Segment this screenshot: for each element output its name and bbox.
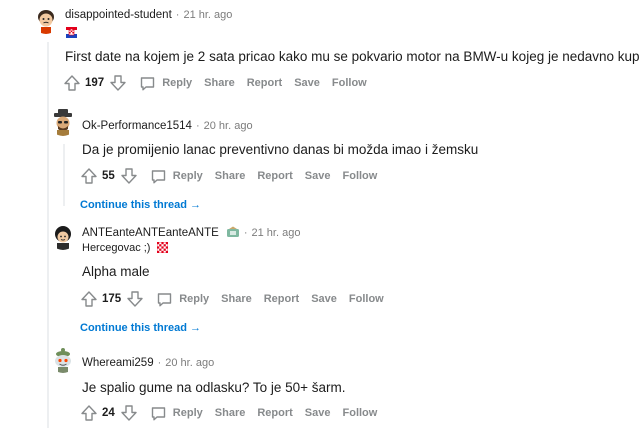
username-link[interactable]: ANTEanteANTEanteANTE (82, 227, 219, 239)
reply-button[interactable]: Reply (139, 75, 192, 92)
username-link[interactable]: disappointed-student (65, 9, 172, 21)
downvote-arrow-icon[interactable] (120, 404, 138, 422)
comment-actions: 24 Reply Share Report Save Follow (80, 403, 377, 423)
separator-dot: · (157, 357, 162, 369)
downvote-arrow-icon[interactable] (120, 167, 138, 185)
save-button[interactable]: Save (311, 293, 337, 305)
upvote-arrow-icon[interactable] (80, 404, 98, 422)
reply-button[interactable]: Reply (150, 168, 203, 185)
speech-bubble-icon (156, 291, 173, 308)
reply-button[interactable]: Reply (150, 405, 203, 422)
vote-controls: 24 (80, 404, 138, 422)
continue-thread-link[interactable]: Continue this thread → (80, 322, 201, 334)
share-button[interactable]: Share (204, 77, 235, 89)
share-button[interactable]: Share (215, 407, 246, 419)
user-flair: Hercegovac ;) (82, 241, 168, 256)
avatar[interactable] (49, 222, 77, 250)
comment-thread: disappointed-student · 21 hr. ago First da… (0, 0, 640, 428)
vote-score: 197 (85, 77, 105, 89)
save-button[interactable]: Save (305, 170, 331, 182)
report-button[interactable]: Report (257, 170, 292, 182)
continue-thread-link[interactable]: Continue this thread → (80, 199, 201, 211)
report-button[interactable]: Report (257, 407, 292, 419)
report-button[interactable]: Report (247, 77, 282, 89)
vote-score: 24 (102, 407, 115, 419)
follow-button[interactable]: Follow (343, 170, 378, 182)
reply-label: Reply (179, 293, 210, 305)
save-button[interactable]: Save (305, 407, 331, 419)
username-link[interactable]: Whereami259 (82, 357, 154, 369)
vote-controls: 55 (80, 167, 138, 185)
timestamp[interactable]: 21 hr. ago (252, 227, 301, 239)
speech-bubble-icon (150, 168, 167, 185)
reply-label: Reply (172, 407, 203, 419)
downvote-arrow-icon[interactable] (109, 74, 127, 92)
timestamp[interactable]: 20 hr. ago (165, 357, 214, 369)
downvote-arrow-icon[interactable] (126, 290, 144, 308)
timestamp[interactable]: 20 hr. ago (204, 120, 253, 132)
croatian-checkerboard-flag-icon (66, 25, 77, 38)
save-button[interactable]: Save (294, 77, 320, 89)
thread-line[interactable] (63, 144, 65, 206)
share-button[interactable]: Share (221, 293, 252, 305)
vote-controls: 175 (80, 290, 144, 308)
separator-dot: · (243, 227, 248, 239)
vote-controls: 197 (63, 74, 127, 92)
follow-button[interactable]: Follow (332, 77, 367, 89)
share-button[interactable]: Share (215, 170, 246, 182)
user-flair-text: Hercegovac ;) (82, 242, 151, 254)
upvote-arrow-icon[interactable] (80, 290, 98, 308)
comment-body: First date na kojem je 2 sata pricao kak… (65, 49, 640, 64)
reply-label: Reply (162, 77, 193, 89)
reply-button[interactable]: Reply (156, 291, 209, 308)
comment-body: Alpha male (82, 264, 150, 279)
vote-score: 175 (102, 293, 122, 305)
timestamp[interactable]: 21 hr. ago (183, 9, 232, 21)
follow-button[interactable]: Follow (349, 293, 384, 305)
speech-bubble-icon (139, 75, 156, 92)
comment-actions: 175 Reply Share Report Save Follow (80, 289, 384, 309)
comment-actions: 55 Reply Share Report Save Follow (80, 166, 377, 186)
comment-body: Je spalio gume na odlasku? To je 50+ šar… (82, 380, 346, 395)
speech-bubble-icon (150, 405, 167, 422)
meta-badge-icon (226, 226, 240, 241)
avatar[interactable] (32, 6, 60, 34)
avatar[interactable] (49, 108, 77, 136)
username-link[interactable]: Ok-Performance1514 (82, 120, 192, 132)
report-button[interactable]: Report (264, 293, 299, 305)
follow-button[interactable]: Follow (343, 407, 378, 419)
comment-meta: disappointed-student · 21 hr. ago (65, 9, 232, 21)
upvote-arrow-icon[interactable] (80, 167, 98, 185)
upvote-arrow-icon[interactable] (63, 74, 81, 92)
avatar[interactable] (49, 345, 77, 373)
croatian-checkerboard-icon (156, 241, 168, 256)
separator-dot: · (195, 120, 200, 132)
comment-meta: ANTEanteANTEanteANTE · 21 hr. ago (82, 226, 300, 241)
separator-dot: · (175, 9, 180, 21)
comment-meta: Ok-Performance1514 · 20 hr. ago (82, 120, 253, 132)
vote-score: 55 (102, 170, 115, 182)
reply-label: Reply (172, 170, 203, 182)
comment-meta: Whereami259 · 20 hr. ago (82, 357, 214, 369)
comment-actions: 197 Reply Share Report Save Follow (63, 73, 367, 93)
comment-body: Da je promijenio lanac preventivno danas… (82, 142, 479, 157)
